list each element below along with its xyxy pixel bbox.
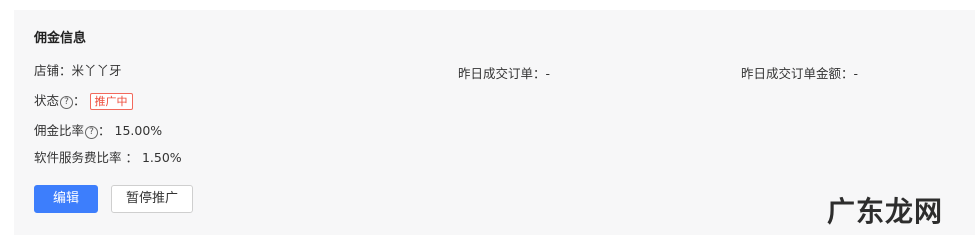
yesterday-orders-label: 昨日成交订单： bbox=[458, 66, 546, 81]
service-fee-label: 软件服务费比率 ： bbox=[34, 150, 138, 165]
commission-colon: ： bbox=[98, 123, 111, 138]
commission-value: 15.00% bbox=[114, 123, 163, 138]
pause-promotion-button[interactable]: 暂停推广 bbox=[111, 185, 193, 213]
status-row: 状态?： 推广中 bbox=[34, 92, 133, 110]
shop-row: 店铺：米丫丫牙 bbox=[34, 62, 122, 80]
shop-value: 米丫丫牙 bbox=[71, 63, 122, 78]
yesterday-amount-row: 昨日成交订单金额：- bbox=[741, 65, 858, 83]
yesterday-orders-row: 昨日成交订单：- bbox=[458, 65, 550, 83]
commission-label: 佣金比率 bbox=[34, 123, 85, 138]
help-circle-icon[interactable]: ? bbox=[60, 96, 74, 109]
status-colon: ： bbox=[73, 93, 86, 108]
watermark-logo: 广东龙网 bbox=[826, 195, 943, 228]
commission-row: 佣金比率?： 15.00% bbox=[34, 122, 162, 140]
status-badge: 推广中 bbox=[89, 93, 133, 110]
section-title: 佣金信息 bbox=[34, 31, 87, 46]
status-label: 状态 bbox=[34, 93, 60, 108]
help-circle-icon[interactable]: ? bbox=[85, 126, 99, 139]
service-fee-row: 软件服务费比率 ： 1.50% bbox=[34, 149, 182, 167]
service-fee-value: 1.50% bbox=[141, 150, 182, 165]
yesterday-amount-label: 昨日成交订单金额： bbox=[741, 66, 854, 81]
edit-button[interactable]: 编辑 bbox=[34, 185, 98, 213]
shop-label: 店铺： bbox=[34, 63, 72, 78]
yesterday-amount-value: - bbox=[853, 66, 859, 81]
yesterday-orders-value: - bbox=[545, 66, 551, 81]
